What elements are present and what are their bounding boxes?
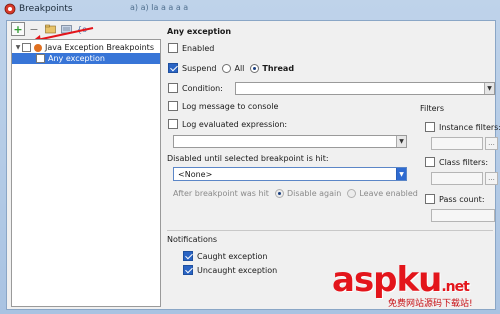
title-bar: Breakpoints a) a) Ia a a a a	[0, 0, 500, 20]
suspend-thread-radio[interactable]	[250, 63, 260, 73]
breakpoints-tree[interactable]: ▼ Java Exception Breakpoints Any excepti…	[11, 39, 161, 307]
notifications-heading: Notifications	[167, 235, 218, 244]
window-title: Breakpoints	[19, 4, 73, 14]
condition-field[interactable]: ▼	[235, 82, 495, 95]
add-breakpoint-button[interactable]: +	[11, 22, 25, 36]
tree-group-java-exception[interactable]: ▼ Java Exception Breakpoints	[14, 42, 154, 53]
log-message-label: Log message to console	[182, 101, 279, 111]
condition-checkbox[interactable]	[168, 83, 178, 93]
pass-count-field[interactable]	[431, 209, 495, 222]
filters-heading: Filters	[420, 104, 444, 113]
disable-again-label: Disable again	[286, 189, 342, 198]
disabled-until-dropdown-icon[interactable]: ▼	[396, 168, 406, 180]
caught-label: Caught exception	[197, 251, 268, 261]
disabled-until-select[interactable]: <None> ▼	[173, 167, 407, 181]
suspend-all-radio[interactable]	[222, 63, 232, 73]
pass-count-label: Pass count:	[439, 194, 485, 204]
class-filters-field[interactable]	[431, 172, 483, 185]
log-expression-row[interactable]: Log evaluated expression:	[168, 119, 287, 129]
uncaught-checkbox[interactable]	[183, 265, 193, 275]
expand-arrow-icon[interactable]: ▼	[14, 44, 22, 51]
group-checkbox[interactable]	[22, 43, 31, 52]
enabled-row[interactable]: Enabled	[168, 43, 214, 53]
after-hit-label: After breakpoint was hit	[173, 189, 269, 198]
condition-label: Condition:	[182, 83, 223, 93]
plus-icon: +	[13, 22, 23, 36]
suspend-checkbox[interactable]	[168, 63, 178, 73]
pass-count-checkbox[interactable]	[425, 194, 435, 204]
watermark-logo: aspku.net 免费网站源码下载站!	[332, 260, 498, 312]
instance-filters-label: Instance filters:	[439, 122, 500, 132]
breakpoints-window: Breakpoints a) a) Ia a a a a + − {o}	[0, 0, 500, 314]
enabled-checkbox[interactable]	[168, 43, 178, 53]
log-expression-dropdown-icon[interactable]: ▼	[396, 136, 406, 147]
instance-filters-field[interactable]	[431, 137, 483, 150]
suspend-row: Suspend All Thread	[168, 63, 294, 73]
pass-count-row[interactable]: Pass count:	[425, 194, 485, 204]
leave-enabled-radio[interactable]	[347, 189, 357, 198]
tree-group-label: Java Exception Breakpoints	[45, 43, 154, 52]
log-message-row[interactable]: Log message to console	[168, 101, 278, 111]
caught-checkbox[interactable]	[183, 251, 193, 261]
panel-heading: Any exception	[167, 27, 232, 36]
class-filters-label: Class filters:	[439, 157, 489, 167]
condition-row: Condition:	[168, 83, 223, 93]
title-hint: a) a) Ia a a a a	[130, 3, 189, 12]
condition-dropdown-icon[interactable]: ▼	[484, 83, 494, 94]
suspend-all-label: All	[234, 63, 245, 73]
enabled-label: Enabled	[182, 43, 215, 53]
class-filters-checkbox[interactable]	[425, 157, 435, 167]
instance-filters-row[interactable]: Instance filters:	[425, 122, 500, 132]
watermark-subtitle: 免费网站源码下载站!	[388, 299, 473, 309]
disabled-until-value: <None>	[178, 170, 213, 179]
class-filters-row[interactable]: Class filters:	[425, 157, 488, 167]
tree-item-label: Any exception	[48, 54, 105, 63]
suspend-label: Suspend	[182, 63, 217, 73]
class-filters-browse-button[interactable]: ...	[485, 172, 498, 185]
uncaught-label: Uncaught exception	[197, 265, 278, 275]
after-hit-row: After breakpoint was hit Disable again L…	[173, 189, 418, 198]
log-message-checkbox[interactable]	[168, 101, 178, 111]
watermark-brand: aspku.net	[332, 260, 470, 300]
breakpoints-icon	[4, 3, 16, 15]
log-expression-checkbox[interactable]	[168, 119, 178, 129]
tree-item-any-exception[interactable]: Any exception	[12, 53, 160, 64]
suspend-thread-label: Thread	[262, 63, 295, 73]
disabled-until-label: Disabled until selected breakpoint is hi…	[167, 154, 329, 163]
log-expression-field[interactable]: ▼	[173, 135, 407, 148]
separator	[167, 230, 493, 231]
instance-filters-checkbox[interactable]	[425, 122, 435, 132]
instance-filters-browse-button[interactable]: ...	[485, 137, 498, 150]
uncaught-row[interactable]: Uncaught exception	[183, 265, 277, 275]
caught-row[interactable]: Caught exception	[183, 251, 267, 261]
exception-breakpoint-icon	[34, 43, 42, 52]
leave-enabled-label: Leave enabled	[359, 189, 418, 198]
disable-again-radio[interactable]	[274, 189, 284, 198]
log-expression-label: Log evaluated expression:	[182, 119, 288, 129]
item-checkbox[interactable]	[36, 54, 45, 63]
